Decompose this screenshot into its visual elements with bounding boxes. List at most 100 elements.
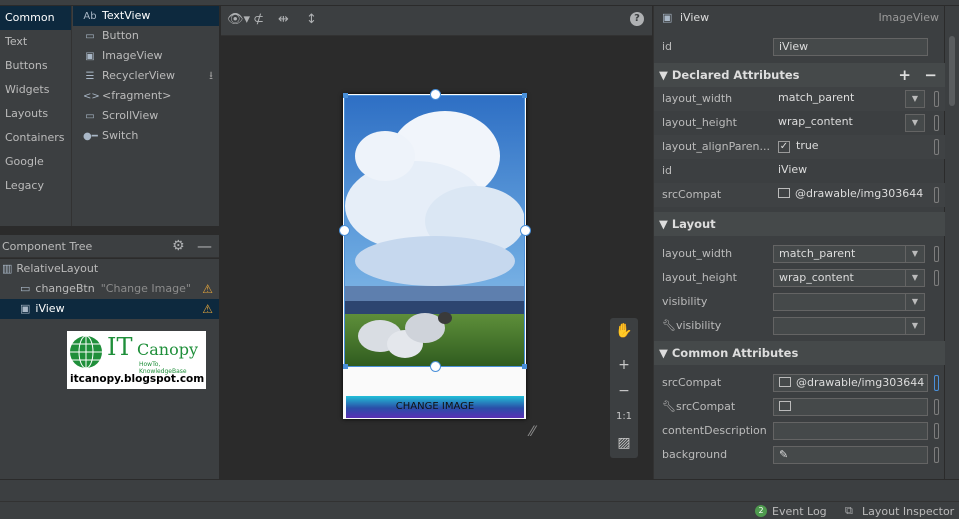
attr-value[interactable]: ✎ — [773, 446, 928, 464]
pin-icon[interactable] — [934, 246, 939, 262]
attributes-header: ▣ iView ImageView — [654, 6, 945, 30]
layout-icon: ▥ — [2, 262, 13, 275]
collapse-icon: ▼ — [659, 346, 672, 360]
palette-category-buttons[interactable]: Buttons — [0, 54, 71, 78]
tree-node-label: changeBtn — [35, 282, 95, 295]
attr-value[interactable]: match_parent — [773, 245, 908, 263]
palette-item-switch[interactable]: ●━ Switch — [73, 126, 219, 146]
attr-value[interactable] — [773, 422, 928, 440]
resize-handle-top[interactable] — [430, 89, 441, 100]
button-icon: ▭ — [85, 31, 95, 42]
pin-icon[interactable] — [934, 187, 939, 203]
palette-item-recyclerview[interactable]: ☰ RecyclerView ⭳ — [73, 66, 219, 86]
checkbox-label: true — [796, 139, 819, 152]
checkbox-checked-icon[interactable]: ✓ — [778, 141, 790, 153]
attr-value-checkbox[interactable]: ✓ true — [773, 138, 819, 156]
zoom-out-icon[interactable]: − — [610, 378, 638, 404]
attr-value[interactable]: wrap_content — [773, 114, 903, 132]
tree-node-changebtn[interactable]: ▭ changeBtn "Change Image" ⚠ — [0, 279, 219, 299]
attr-label-text: srcCompat — [675, 400, 736, 413]
attr-row: id iView — [654, 159, 945, 183]
tree-node-iview[interactable]: ▣ iView ⚠ — [0, 299, 219, 319]
zoom-in-icon[interactable]: + — [610, 352, 638, 378]
corner-handle[interactable] — [522, 93, 527, 98]
corner-handle[interactable] — [343, 364, 348, 369]
palette-category-widgets[interactable]: Widgets — [0, 78, 71, 102]
resize-grip-icon[interactable]: ⁄⁄ — [530, 424, 535, 440]
palette-category-legacy[interactable]: Legacy — [0, 174, 71, 198]
resize-handle-bottom[interactable] — [430, 361, 441, 372]
corner-handle[interactable] — [522, 364, 527, 369]
image-preview[interactable] — [344, 95, 525, 367]
dropdown-arrow-icon[interactable]: ▼ — [905, 114, 925, 132]
attr-value[interactable]: @drawable/img303644 — [773, 186, 923, 204]
help-icon[interactable]: ? — [630, 12, 644, 26]
pan-hand-icon[interactable]: ✋ — [610, 318, 638, 344]
pin-icon[interactable] — [934, 91, 939, 107]
corner-handle[interactable] — [343, 93, 348, 98]
palette-item-fragment[interactable]: <> <fragment> — [73, 86, 219, 106]
palette-item-imageview[interactable]: ▣ ImageView — [73, 46, 219, 66]
palette-category-containers[interactable]: Containers — [0, 126, 71, 150]
dropdown-arrow-icon[interactable]: ▼ — [905, 90, 925, 108]
attr-label: srcCompat — [662, 188, 722, 201]
resize-handle-left[interactable] — [339, 225, 350, 236]
eye-icon[interactable]: 👁︎▾ — [227, 12, 250, 27]
attr-value[interactable]: iView — [773, 162, 807, 180]
pin-icon[interactable] — [934, 447, 939, 463]
change-image-button[interactable]: CHANGE IMAGE — [346, 396, 524, 418]
canvas-toolbar: 👁︎▾ ⊄ ⇹ ↕ ? — [221, 6, 652, 36]
attr-label: contentDescription — [662, 424, 767, 437]
palette-category-layouts[interactable]: Layouts — [0, 102, 71, 126]
add-attribute-icon[interactable]: + — [898, 63, 911, 87]
palette-category-text[interactable]: Text — [0, 30, 71, 54]
tree-node-relativelayout[interactable]: ▥ RelativeLayout — [0, 259, 219, 279]
minimize-icon[interactable]: — — [197, 237, 212, 255]
pin-icon[interactable] — [934, 423, 939, 439]
palette-item-scrollview[interactable]: ▭ ScrollView — [73, 106, 219, 126]
palette-item-label: Switch — [102, 129, 139, 142]
pin-icon[interactable] — [934, 375, 939, 391]
image-icon — [779, 377, 791, 387]
download-icon[interactable]: ⭳ — [209, 66, 213, 86]
palette-category-common[interactable]: Common — [0, 6, 71, 30]
attr-value[interactable]: @drawable/img303644 — [773, 374, 928, 392]
zoom-fit-icon[interactable]: ▨ — [610, 430, 638, 456]
button-icon: ▭ — [20, 282, 31, 295]
attr-value[interactable] — [773, 293, 908, 311]
attr-value[interactable] — [773, 398, 928, 416]
resize-handle-right[interactable] — [520, 225, 531, 236]
attr-value[interactable] — [773, 317, 908, 335]
vertical-guides-icon[interactable]: ↕ — [306, 12, 317, 27]
pin-icon[interactable] — [934, 115, 939, 131]
pin-icon[interactable] — [934, 399, 939, 415]
warning-icon[interactable]: ⚠ — [202, 299, 213, 319]
attr-value[interactable]: match_parent — [773, 90, 903, 108]
zoom-actual-size-button[interactable]: 1:1 — [610, 404, 638, 430]
attr-value[interactable]: wrap_content — [773, 269, 908, 287]
attributes-scrollbar[interactable] — [945, 6, 959, 479]
layout-inspector-button[interactable]: Layout Inspector — [862, 505, 954, 518]
dropdown-arrow-icon[interactable]: ▼ — [905, 317, 925, 335]
attr-label: id — [662, 40, 673, 53]
warning-icon[interactable]: ⚠ — [202, 279, 213, 299]
id-field[interactable]: iView — [773, 38, 928, 56]
pin-icon[interactable] — [934, 139, 939, 155]
dropdown-arrow-icon[interactable]: ▼ — [905, 293, 925, 311]
palette-item-button[interactable]: ▭ Button — [73, 26, 219, 46]
horizontal-guides-icon[interactable]: ⇹ — [278, 12, 289, 27]
palette-category-google[interactable]: Google — [0, 150, 71, 174]
section-declared-attributes[interactable]: ▼ Declared Attributes + − — [654, 63, 945, 87]
section-layout[interactable]: ▼ Layout — [654, 212, 945, 236]
magnet-icon[interactable]: ⊄ — [253, 12, 264, 27]
dropdown-arrow-icon[interactable]: ▼ — [905, 269, 925, 287]
scrollbar-thumb[interactable] — [949, 36, 955, 106]
event-log-button[interactable]: Event Log — [772, 505, 827, 518]
remove-attribute-icon[interactable]: − — [924, 63, 937, 87]
eyedropper-icon[interactable]: ✎ — [779, 448, 788, 461]
palette-item-textview[interactable]: Ab TextView — [73, 6, 219, 26]
dropdown-arrow-icon[interactable]: ▼ — [905, 245, 925, 263]
section-common-attributes[interactable]: ▼ Common Attributes — [654, 341, 945, 365]
gear-icon[interactable]: ⚙ — [172, 238, 185, 254]
pin-icon[interactable] — [934, 270, 939, 286]
